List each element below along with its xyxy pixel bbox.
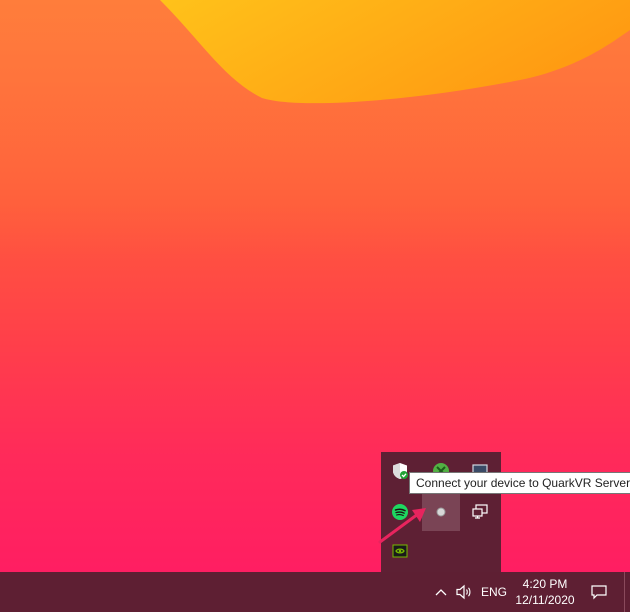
tray-tooltip: Connect your device to QuarkVR Server xyxy=(409,472,630,494)
show-desktop-button[interactable] xyxy=(624,572,630,612)
volume-button[interactable] xyxy=(452,572,476,612)
show-hidden-icons-button[interactable] xyxy=(430,572,452,612)
clock-date: 12/11/2020 xyxy=(515,593,575,607)
pointer-arrow-annotation xyxy=(378,508,426,544)
input-language-button[interactable]: ENG xyxy=(478,572,510,612)
speaker-icon xyxy=(456,584,471,600)
chevron-up-icon xyxy=(435,589,447,596)
clock-time: 4:20 PM xyxy=(522,577,568,591)
taskbar: ENG 4:20 PM 12/11/2020 xyxy=(0,572,630,612)
action-center-button[interactable] xyxy=(584,572,614,612)
clock-button[interactable]: 4:20 PM 12/11/2020 xyxy=(510,572,580,612)
notification-icon xyxy=(591,585,607,600)
network-icon[interactable] xyxy=(461,493,499,531)
